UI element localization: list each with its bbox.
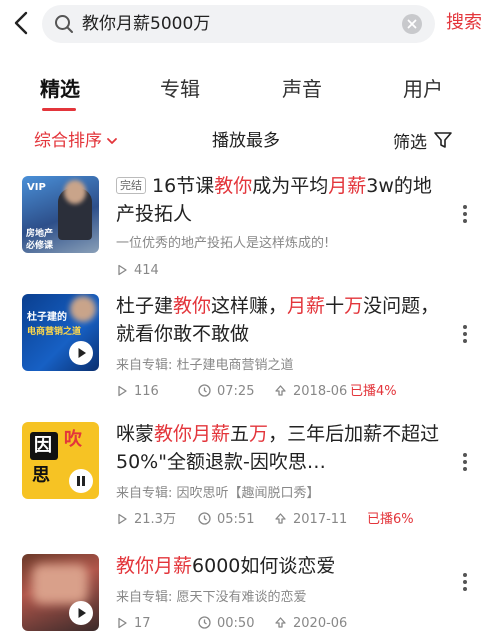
cover-text: 电商营销之道: [27, 327, 82, 337]
album-cover: [22, 554, 99, 631]
played-progress: 已播4%: [350, 384, 397, 399]
clock-icon: [198, 384, 211, 397]
blurred-image: [32, 564, 88, 604]
play-count-icon: [118, 617, 127, 629]
chevron-down-icon: [106, 130, 118, 152]
item-subtitle: 来自专辑: 愿天下没有难谈的恋爱: [116, 590, 307, 605]
blurred-face: [70, 296, 96, 322]
played-progress: 已播6%: [367, 512, 414, 527]
sort-label: 综合排序: [34, 131, 102, 151]
album-cover: VIP 房地产 必修课: [22, 176, 99, 253]
play-count-icon: [118, 264, 127, 276]
title-highlight: 教你月薪: [154, 423, 231, 445]
upload-icon: [275, 513, 286, 524]
more-options-icon[interactable]: [458, 570, 472, 596]
search-button[interactable]: 搜索: [446, 12, 482, 34]
title-highlight: 万: [344, 295, 364, 317]
more-options-icon[interactable]: [458, 202, 472, 228]
clock-icon: [198, 616, 211, 629]
more-options-icon[interactable]: [458, 322, 472, 348]
blurred-face: [64, 180, 86, 204]
upload-icon: [275, 385, 286, 396]
title-text: 成为平均: [252, 175, 329, 197]
title-highlight: 教你: [173, 295, 212, 317]
cover-text: 吹: [64, 429, 82, 450]
play-count-icon: [118, 385, 127, 397]
tab-sounds[interactable]: 声音: [282, 76, 322, 102]
back-icon[interactable]: [10, 10, 34, 36]
item-subtitle: 来自专辑: 因吹思听【趣闻脱口秀】: [116, 486, 320, 501]
filter-button[interactable]: 筛选: [393, 130, 453, 156]
play-count: 116: [116, 383, 159, 401]
filter-label: 筛选: [393, 133, 427, 153]
publish-date: 2017-11: [274, 511, 347, 529]
title-text: 16节课: [152, 175, 215, 197]
play-count: 17: [116, 615, 151, 633]
item-subtitle: 一位优秀的地产投拓人是这样炼成的!: [116, 236, 330, 251]
publish-date: 2018-06: [274, 383, 347, 401]
item-title: 杜子建教你这样赚，月薪十万没问题，就看你敢不敢做: [116, 292, 448, 348]
sort-dropdown[interactable]: 综合排序: [34, 130, 118, 152]
title-highlight: 万: [249, 423, 269, 445]
item-subtitle: 来自专辑: 杜子建电商营销之道: [116, 358, 294, 373]
funnel-icon: [433, 130, 453, 156]
cover-text: 房地产: [26, 229, 54, 239]
album-cover: 杜子建的 电商营销之道: [22, 294, 99, 371]
title-text: 咪蒙: [116, 423, 155, 445]
more-options-icon[interactable]: [458, 450, 472, 476]
item-title: 咪蒙教你月薪五万，三年后加薪不超过50%"全额退款-因吹思…: [116, 420, 448, 476]
pause-icon[interactable]: [69, 469, 93, 493]
tab-featured[interactable]: 精选: [40, 76, 80, 102]
filter-bar: 综合排序 播放最多 筛选: [0, 122, 489, 162]
search-query[interactable]: 教你月薪5000万: [82, 13, 210, 35]
tab-albums[interactable]: 专辑: [160, 76, 200, 102]
completed-badge: 完结: [116, 177, 146, 194]
search-input[interactable]: 教你月薪5000万: [42, 5, 435, 43]
clear-icon[interactable]: [402, 14, 422, 34]
title-highlight: 月薪: [328, 175, 367, 197]
title-text: 杜子建: [116, 295, 174, 317]
item-title: 完结 16节课教你成为平均月薪3w的地产投拓人: [116, 172, 448, 228]
title-text: 五: [230, 423, 250, 445]
cover-text: 因: [34, 435, 52, 456]
duration: 00:50: [198, 615, 254, 633]
title-highlight: 月薪: [287, 295, 326, 317]
result-tabs: 精选 专辑 声音 用户: [0, 68, 489, 114]
upload-icon: [275, 617, 286, 628]
clock-icon: [198, 512, 211, 525]
title-highlight: 教你: [214, 175, 253, 197]
tab-users[interactable]: 用户: [403, 76, 443, 102]
search-icon: [54, 14, 74, 34]
title-text: 这样赚，: [211, 295, 288, 317]
play-icon[interactable]: [69, 601, 93, 625]
title-text: 十: [325, 295, 345, 317]
album-cover: 因 思 吹: [22, 422, 99, 499]
active-tab-indicator: [42, 108, 76, 111]
duration: 07:25: [198, 383, 254, 401]
play-count: 21.3万: [116, 511, 176, 529]
vip-label: VIP: [27, 182, 46, 193]
cover-text: 必修课: [26, 241, 54, 251]
cover-text: 杜子建的: [27, 312, 67, 323]
most-played-filter[interactable]: 播放最多: [212, 130, 280, 152]
publish-date: 2020-06: [274, 615, 347, 633]
item-title: 教你月薪6000如何谈恋爱: [116, 552, 448, 580]
play-icon[interactable]: [69, 341, 93, 365]
duration: 05:51: [198, 511, 254, 529]
play-count: 414: [116, 262, 159, 280]
play-count-icon: [118, 513, 127, 525]
top-bar: 教你月薪5000万 搜索: [0, 0, 489, 50]
title-text: 6000如何谈恋爱: [192, 555, 336, 577]
cover-text: 思: [32, 465, 50, 486]
title-highlight: 教你月薪: [116, 555, 193, 577]
